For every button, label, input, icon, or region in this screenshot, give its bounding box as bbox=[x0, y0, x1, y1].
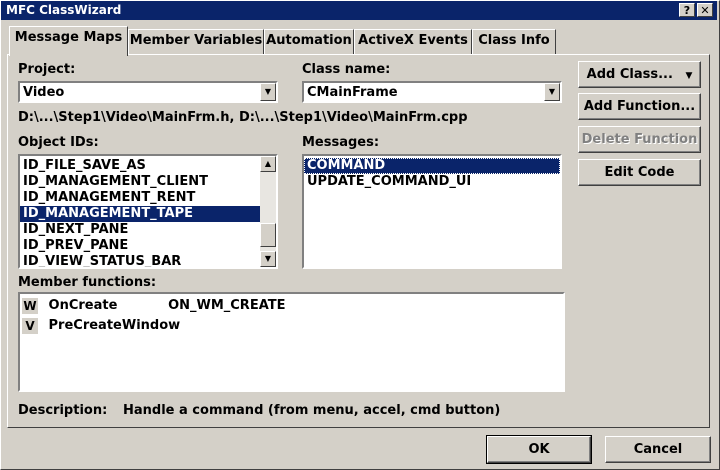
function-handler: ON_WM_CREATE bbox=[168, 298, 286, 313]
messages-label: Messages: bbox=[302, 135, 380, 150]
scroll-up-button[interactable]: ▲ bbox=[260, 156, 276, 172]
tab-message-maps[interactable]: Message Maps bbox=[9, 26, 128, 56]
tab-label: Class Info bbox=[478, 33, 550, 48]
list-item[interactable]: UPDATE_COMMAND_UI bbox=[304, 174, 560, 190]
tab-label: ActiveX Events bbox=[358, 33, 468, 48]
title-bar[interactable]: MFC ClassWizard ? ✕ bbox=[1, 1, 717, 20]
chevron-down-icon: ▼ bbox=[685, 71, 693, 81]
class-name-combo[interactable]: CMainFrame ▼ bbox=[302, 81, 562, 103]
list-item[interactable]: ID_MANAGEMENT_CLIENT bbox=[20, 174, 260, 190]
function-name: OnCreate bbox=[48, 298, 118, 313]
button-label: Add Class... bbox=[586, 67, 673, 82]
table-row[interactable]: W OnCreate ON_WM_CREATE bbox=[22, 296, 286, 316]
list-item[interactable]: ID_VIEW_STATUS_BAR bbox=[20, 254, 260, 267]
list-item[interactable]: ID_NEXT_PANE bbox=[20, 222, 260, 238]
edit-code-button[interactable]: Edit Code bbox=[578, 159, 701, 186]
function-name: PreCreateWindow bbox=[48, 318, 181, 333]
tab-class-info[interactable]: Class Info bbox=[472, 29, 556, 54]
list-item[interactable]: ID_PREV_PANE bbox=[20, 238, 260, 254]
project-combo[interactable]: Video ▼ bbox=[18, 81, 278, 103]
window-title: MFC ClassWizard bbox=[6, 3, 122, 17]
class-name-value: CMainFrame bbox=[307, 85, 398, 100]
member-functions-list[interactable]: W OnCreate ON_WM_CREATE V PreCreateWindo… bbox=[18, 292, 565, 392]
messages-list[interactable]: COMMAND UPDATE_COMMAND_UI bbox=[302, 154, 562, 269]
tab-automation[interactable]: Automation bbox=[264, 29, 354, 54]
type-badge: W bbox=[22, 297, 38, 314]
tab-label: Member Variables bbox=[129, 33, 263, 48]
tab-member-variables[interactable]: Member Variables bbox=[128, 29, 264, 54]
object-ids-list[interactable]: ID_FILE_SAVE_AS ID_MANAGEMENT_CLIENT ID_… bbox=[18, 154, 278, 269]
object-ids-scrollbar[interactable]: ▲ ▼ bbox=[260, 156, 276, 267]
help-button[interactable]: ? bbox=[679, 3, 695, 17]
object-ids-label: Object IDs: bbox=[18, 135, 99, 150]
close-icon: ✕ bbox=[700, 4, 710, 17]
chevron-down-icon: ▼ bbox=[264, 254, 272, 263]
table-row[interactable]: V PreCreateWindow bbox=[22, 316, 181, 336]
class-name-label: Class name: bbox=[302, 62, 391, 77]
chevron-down-icon: ▼ bbox=[264, 87, 272, 96]
tab-label: Message Maps bbox=[14, 30, 123, 45]
project-label: Project: bbox=[18, 62, 76, 77]
description-text: Handle a command (from menu, accel, cmd … bbox=[123, 403, 501, 418]
delete-function-button[interactable]: Delete Function bbox=[578, 126, 701, 153]
scroll-thumb[interactable] bbox=[260, 223, 276, 247]
member-functions-label: Member functions: bbox=[18, 275, 157, 290]
list-item[interactable]: ID_MANAGEMENT_RENT bbox=[20, 190, 260, 206]
description-label: Description: bbox=[18, 403, 108, 418]
class-name-dropdown-button[interactable]: ▼ bbox=[544, 83, 560, 101]
chevron-up-icon: ▲ bbox=[264, 159, 272, 168]
chevron-down-icon: ▼ bbox=[548, 87, 556, 96]
list-item[interactable]: ID_FILE_SAVE_AS bbox=[20, 158, 260, 174]
file-path: D:\...\Step1\Video\MainFrm.h, D:\...\Ste… bbox=[18, 110, 468, 125]
scroll-down-button[interactable]: ▼ bbox=[260, 251, 276, 267]
cancel-button[interactable]: Cancel bbox=[605, 436, 711, 463]
close-button[interactable]: ✕ bbox=[697, 3, 713, 17]
project-value: Video bbox=[23, 85, 65, 100]
type-badge: V bbox=[22, 317, 38, 334]
ok-button[interactable]: OK bbox=[486, 435, 592, 464]
tab-label: Automation bbox=[266, 33, 352, 48]
add-class-button[interactable]: Add Class... ▼ bbox=[578, 61, 701, 88]
list-item-selected[interactable]: COMMAND bbox=[304, 158, 560, 174]
project-dropdown-button[interactable]: ▼ bbox=[260, 83, 276, 101]
tab-activex-events[interactable]: ActiveX Events bbox=[354, 29, 472, 54]
add-function-button[interactable]: Add Function... bbox=[578, 93, 701, 120]
list-item-selected[interactable]: ID_MANAGEMENT_TAPE bbox=[20, 206, 260, 222]
